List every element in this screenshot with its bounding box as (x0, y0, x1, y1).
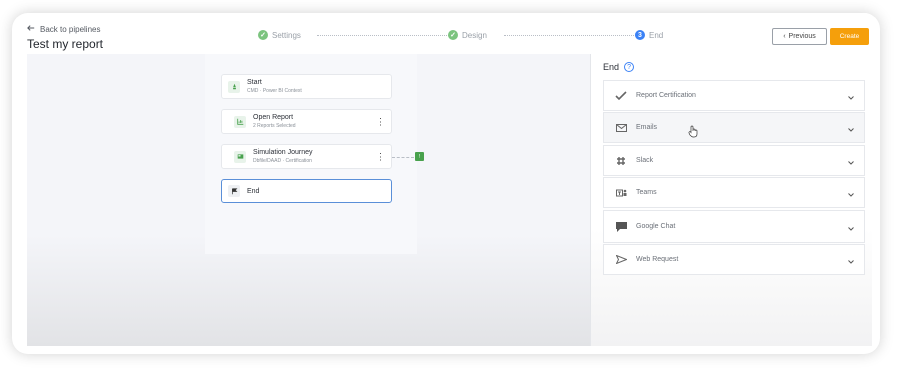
accordion-web-request[interactable]: Web Request (603, 244, 865, 275)
back-to-pipelines-link[interactable]: Back to pipelines (27, 24, 100, 34)
chevron-down-icon (848, 251, 854, 269)
check-circle-icon: ✓ (448, 30, 458, 40)
pipeline-editor: Back to pipelines Test my report ✓ Setti… (27, 13, 872, 346)
chevron-down-icon (848, 119, 854, 137)
more-options-icon[interactable]: ⋮ (376, 117, 385, 126)
flag-icon (228, 185, 240, 197)
window-frame: Back to pipelines Test my report ✓ Setti… (12, 13, 880, 354)
chevron-left-icon: ‹ (783, 33, 786, 40)
send-icon (610, 255, 632, 264)
node-title: End (247, 187, 260, 195)
previous-button[interactable]: ‹ Previous (772, 28, 827, 45)
node-title: Open Report (253, 114, 294, 121)
node-start[interactable]: Start CMD · Power BI Context (221, 74, 392, 99)
check-circle-icon: ✓ (258, 30, 268, 40)
accordion-slack[interactable]: Slack (603, 145, 865, 176)
chevron-down-icon (848, 184, 854, 202)
node-subtitle: CMD · Power BI Context (247, 88, 302, 94)
accordion-emails[interactable]: Emails (603, 112, 865, 143)
hand-cursor-icon (688, 125, 699, 143)
step-label: End (649, 30, 664, 40)
accordion-label: Google Chat (636, 223, 676, 230)
branch-badge-icon[interactable]: ! (415, 152, 424, 161)
mail-icon (610, 123, 632, 132)
node-title: Start (247, 79, 262, 86)
chevron-down-icon (848, 218, 854, 236)
page-title: Test my report (27, 37, 104, 51)
node-open-report[interactable]: Open Report 2 Reports Selected ⋮ (221, 109, 392, 134)
help-icon[interactable]: ? (624, 62, 635, 72)
chevron-down-icon (848, 87, 854, 105)
accordion-label: Emails (636, 124, 658, 131)
accordion-report-certification[interactable]: Report Certification (603, 80, 865, 111)
teams-icon (610, 188, 632, 198)
accordion-label: Slack (636, 157, 654, 164)
create-button[interactable]: Create (830, 28, 869, 45)
accordion-google-chat[interactable]: Google Chat (603, 210, 865, 243)
node-subtitle: 2 Reports Selected (253, 123, 296, 129)
accordion-label: Report Certification (636, 92, 696, 99)
stepper: ✓ Settings ✓ Design 3 End (242, 27, 672, 47)
simulation-icon (234, 150, 246, 163)
rocket-icon (228, 80, 240, 93)
report-icon (234, 115, 246, 128)
panel-title-text: End (603, 62, 620, 72)
chevron-down-icon (848, 152, 854, 170)
step-design[interactable]: ✓ Design (448, 30, 487, 40)
check-icon (610, 90, 632, 101)
end-settings-panel: End ? Report Certification Emails Slack … (590, 54, 872, 346)
more-options-icon[interactable]: ⋮ (376, 152, 385, 161)
chat-icon (610, 221, 632, 233)
step-label: Settings (272, 30, 301, 40)
slack-icon (610, 156, 632, 166)
node-title: Simulation Journey (253, 149, 313, 156)
node-end[interactable]: End (221, 179, 392, 203)
step-end[interactable]: 3 End (635, 30, 663, 40)
accordion-label: Teams (636, 189, 657, 196)
accordion-label: Web Request (636, 256, 679, 263)
step-divider (504, 35, 644, 36)
node-simulation-journey[interactable]: Simulation Journey Dbfile/DAAD · Certifi… (221, 144, 392, 169)
back-label: Back to pipelines (40, 24, 101, 34)
flow-canvas[interactable]: Start CMD · Power BI Context ⠿ Open Repo… (27, 54, 590, 346)
arrow-left-icon (27, 24, 35, 34)
previous-label: Previous (788, 33, 816, 40)
panel-title: End ? (603, 62, 635, 72)
step-label: Design (462, 30, 487, 40)
node-subtitle: Dbfile/DAAD · Certification (253, 158, 312, 164)
accordion-teams[interactable]: Teams (603, 177, 865, 208)
step-number-badge: 3 (635, 30, 645, 40)
branch-connector (392, 157, 414, 158)
step-settings[interactable]: ✓ Settings (258, 30, 301, 40)
step-divider (317, 35, 457, 36)
